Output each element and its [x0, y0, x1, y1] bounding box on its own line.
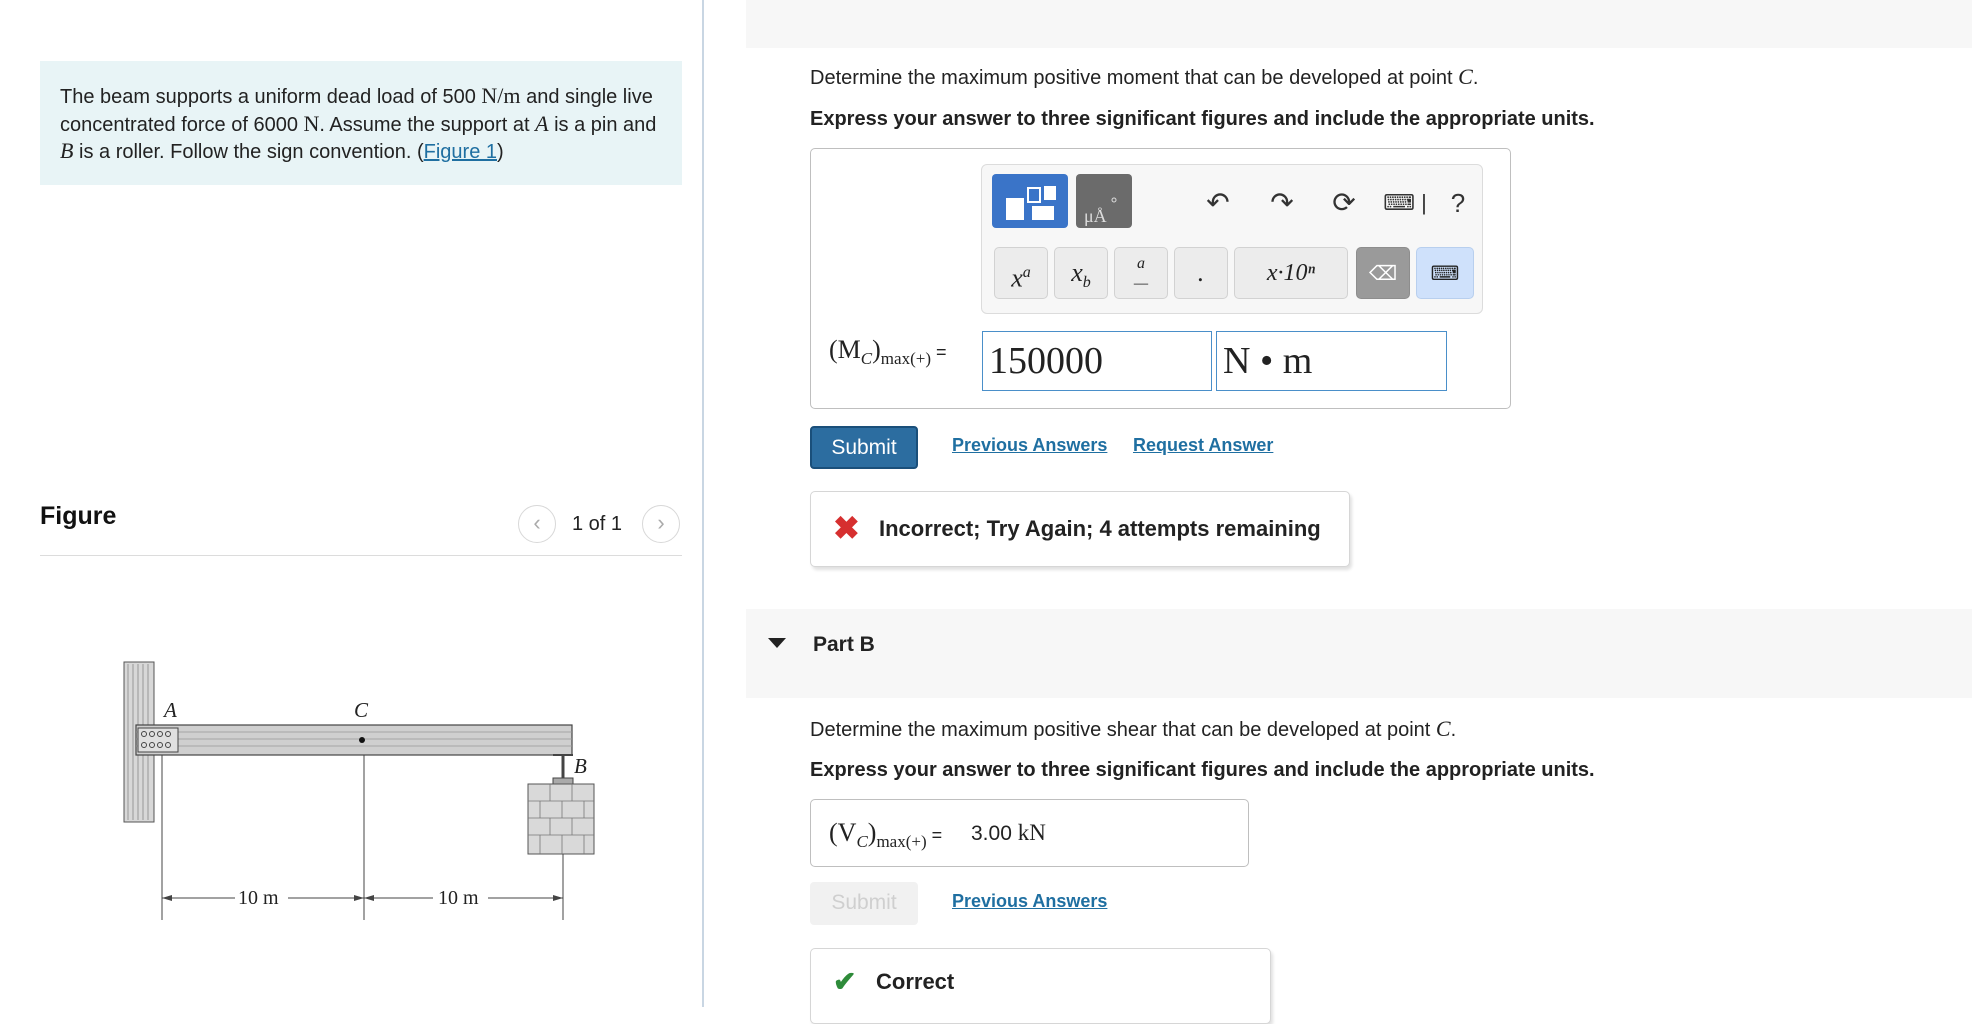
point-a-label: A [535, 110, 549, 136]
label-c: C [354, 698, 369, 722]
problem-statement: The beam supports a uniform dead load of… [40, 61, 682, 185]
part-b-answer-box: (VC)max(+) = 3.00 kN [810, 799, 1249, 867]
math-toolbar: μÅ ↶ ↷ ⟳ ⌨ | ? xa xb a — . x·10ⁿ ⌫ ⌨ [981, 164, 1483, 314]
decimal-key[interactable]: . [1174, 247, 1228, 299]
figure-link[interactable]: Figure 1 [424, 141, 497, 163]
caret-down-icon[interactable] [768, 638, 786, 648]
point-c-label: C [1458, 64, 1473, 89]
units-button[interactable]: μÅ [1076, 174, 1132, 228]
feedback-text: Incorrect; Try Again; 4 attempts remaini… [879, 516, 1321, 541]
checkmark-icon: ✔ [833, 966, 857, 997]
help-button[interactable]: ? [1440, 185, 1476, 221]
request-answer-link[interactable]: Request Answer [1133, 435, 1273, 456]
figure-header: Figure ‹ 1 of 1 › [40, 495, 682, 556]
part-a-answer-box: μÅ ↶ ↷ ⟳ ⌨ | ? xa xb a — . x·10ⁿ ⌫ ⌨ (MC)… [810, 148, 1511, 409]
keyboard-toggle-icon[interactable]: ⌨ [1416, 247, 1474, 299]
units-icon: μÅ [1084, 197, 1117, 226]
dimension-label: 10 m [438, 887, 479, 909]
units-input[interactable]: N • m [1216, 331, 1447, 391]
problem-text: . Assume the support at [319, 113, 536, 136]
part-b-title: Part B [813, 633, 875, 656]
submit-button[interactable]: Submit [810, 426, 918, 469]
question-panel: Determine the maximum positive moment th… [746, 0, 1972, 1024]
undo-icon[interactable]: ↶ [1200, 185, 1236, 221]
point-c-marker [359, 737, 365, 743]
part-b-answer-value: 3.00 kN [971, 820, 1046, 845]
value-input[interactable]: 150000 [982, 331, 1212, 391]
submit-button-disabled: Submit [810, 882, 918, 925]
problem-text: is a roller. Follow the sign convention.… [73, 141, 424, 163]
fraction-key[interactable]: a — [1114, 247, 1168, 299]
reset-icon[interactable]: ⟳ [1326, 185, 1362, 221]
backspace-icon[interactable]: ⌫ [1356, 247, 1410, 299]
point-b-label: B [60, 138, 74, 163]
figure-pager: 1 of 1 [572, 513, 623, 535]
beam-figure: A C B 10 m 10 m [123, 661, 595, 920]
templates-button[interactable] [992, 174, 1068, 228]
point-c-label: C [1435, 716, 1451, 741]
subscript-key[interactable]: xb [1054, 247, 1108, 299]
svg-text:μÅ: μÅ [1084, 206, 1107, 226]
beam [135, 724, 573, 756]
dimension-label: 10 m [238, 887, 279, 909]
label-a: A [162, 698, 177, 722]
chevron-right-icon[interactable]: › [642, 505, 680, 543]
superscript-key[interactable]: xa [994, 247, 1048, 299]
part-b-instruction: Express your answer to three significant… [810, 759, 1595, 781]
part-b-header[interactable]: Part B [746, 609, 1972, 698]
panel-divider [702, 0, 704, 1007]
problem-text: The beam supports a uniform dead load of… [60, 86, 482, 108]
part-a-header[interactable] [746, 0, 1972, 48]
scientific-notation-key[interactable]: x·10ⁿ [1234, 247, 1348, 299]
previous-answers-link[interactable]: Previous Answers [952, 891, 1107, 912]
problem-text: is a pin and [548, 113, 657, 136]
templates-icon [1006, 186, 1056, 220]
problem-text: ) [497, 141, 504, 163]
figure-title: Figure [40, 502, 117, 530]
redo-icon[interactable]: ↷ [1264, 185, 1300, 221]
close-x-icon: ✖ [833, 510, 860, 546]
chevron-left-icon[interactable]: ‹ [518, 505, 556, 543]
keyboard-icon[interactable]: ⌨ | [1380, 185, 1430, 221]
part-b-question: Determine the maximum positive shear tha… [810, 716, 1457, 741]
part-a-instruction: Express your answer to three significant… [810, 108, 1595, 130]
part-b-answer-label: (VC)max(+) = [829, 818, 943, 852]
load-unit: N/m [481, 83, 521, 108]
correct-feedback: ✔ Correct [810, 948, 1271, 1024]
part-a-answer-label: (MC)max(+) = [829, 335, 947, 369]
problem-panel: The beam supports a uniform dead load of… [0, 0, 702, 1007]
force-unit: N [303, 110, 320, 136]
feedback-text: Correct [876, 969, 955, 994]
label-b: B [574, 754, 587, 778]
previous-answers-link[interactable]: Previous Answers [952, 435, 1107, 456]
part-a-question: Determine the maximum positive moment th… [810, 64, 1479, 89]
incorrect-feedback: ✖ Incorrect; Try Again; 4 attempts remai… [810, 491, 1350, 567]
